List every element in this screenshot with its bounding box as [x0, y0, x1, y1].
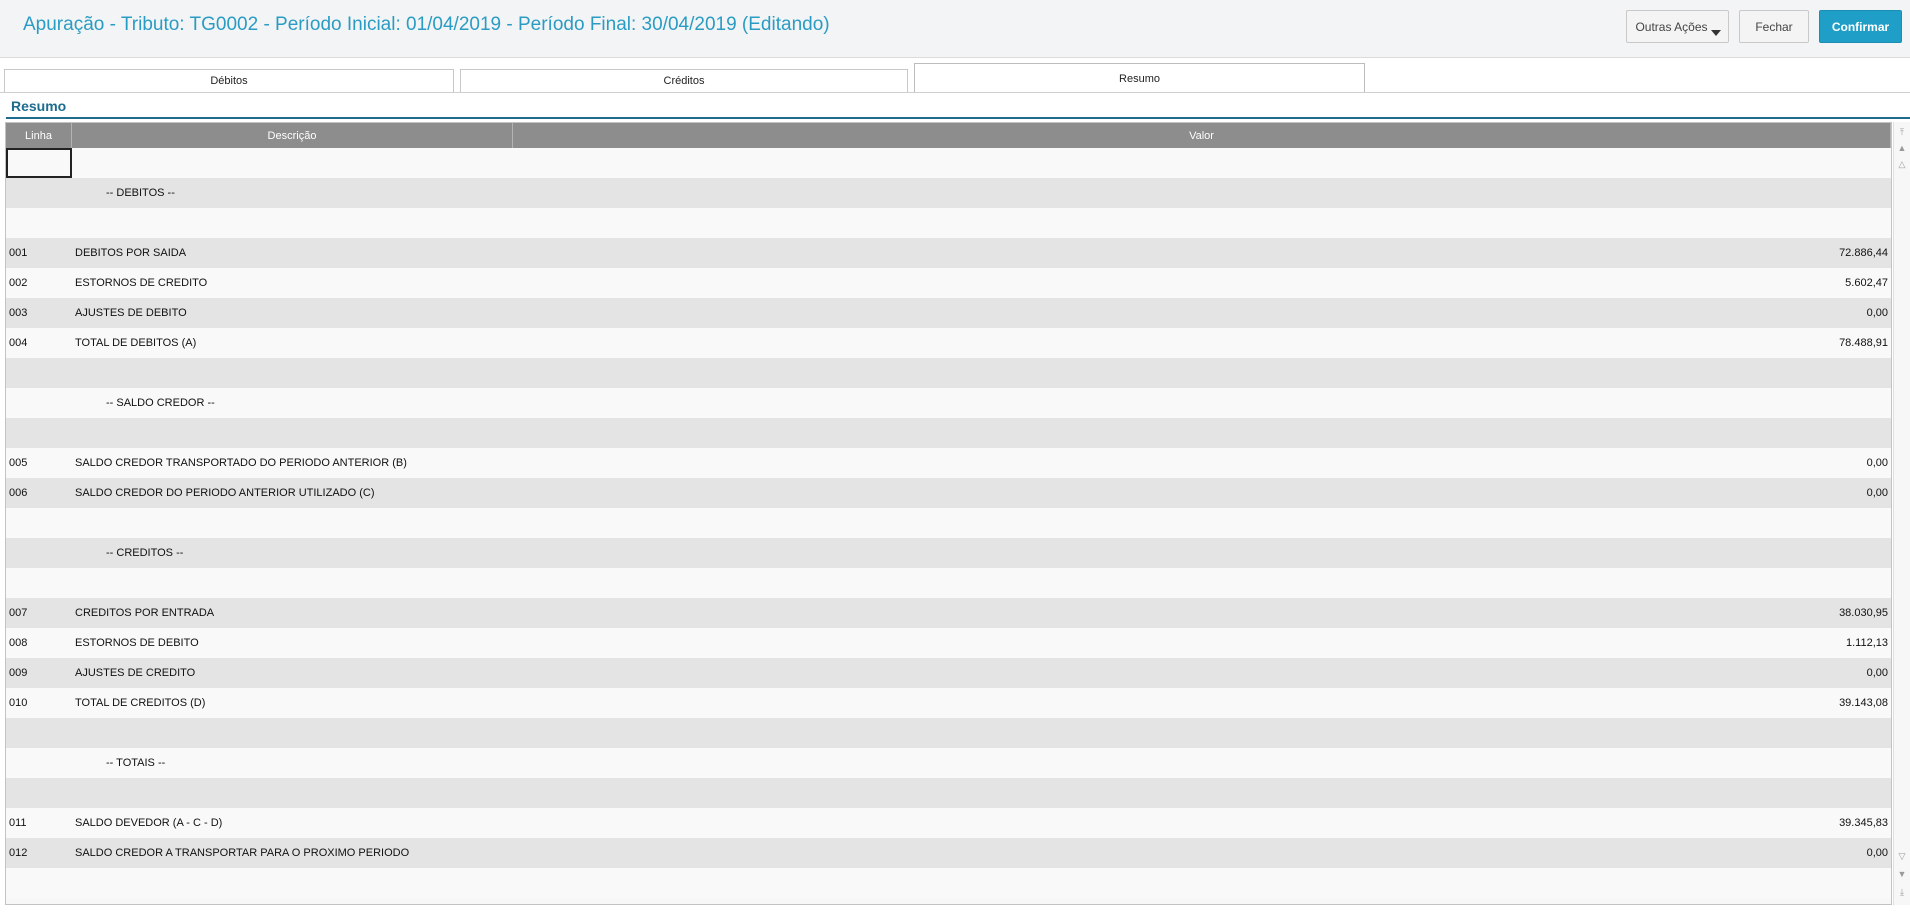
- section-divider: [6, 117, 1910, 119]
- cell-valor[interactable]: 1.112,13: [513, 637, 1891, 649]
- confirm-button[interactable]: Confirmar: [1819, 10, 1902, 43]
- cell-valor[interactable]: 39.143,08: [513, 697, 1891, 709]
- cell-descricao[interactable]: SALDO CREDOR A TRANSPORTAR PARA O PROXIM…: [72, 847, 513, 859]
- cell-valor[interactable]: 0,00: [513, 487, 1891, 499]
- cell-descricao[interactable]: SALDO DEVEDOR (A - C - D): [72, 817, 513, 829]
- table-row[interactable]: -- TOTAIS --: [6, 748, 1891, 778]
- table-row[interactable]: 004 TOTAL DE DEBITOS (A) 78.488,91: [6, 328, 1891, 358]
- table-row[interactable]: -- CREDITOS --: [6, 538, 1891, 568]
- scroll-bottom-icon[interactable]: ⤓: [1894, 884, 1910, 900]
- page-title: Apuração - Tributo: TG0002 - Período Ini…: [23, 14, 830, 35]
- cell-linha[interactable]: 008: [6, 637, 72, 649]
- cell-valor[interactable]: 0,00: [513, 457, 1891, 469]
- table-row[interactable]: [6, 358, 1891, 388]
- cell-valor[interactable]: 0,00: [513, 847, 1891, 859]
- table-row[interactable]: 009 AJUSTES DE CREDITO 0,00: [6, 658, 1891, 688]
- table-row[interactable]: 003 AJUSTES DE DEBITO 0,00: [6, 298, 1891, 328]
- table-row[interactable]: [6, 148, 1891, 178]
- table-row[interactable]: [6, 208, 1891, 238]
- table-row[interactable]: 012 SALDO CREDOR A TRANSPORTAR PARA O PRO…: [6, 838, 1891, 868]
- cell-linha[interactable]: 010: [6, 697, 72, 709]
- column-header-linha[interactable]: Linha: [6, 123, 72, 148]
- table-row[interactable]: 005 SALDO CREDOR TRANSPORTADO DO PERIODO …: [6, 448, 1891, 478]
- column-header-valor[interactable]: Valor: [513, 123, 1891, 148]
- cell-descricao[interactable]: -- SALDO CREDOR --: [72, 397, 513, 409]
- section-title: Resumo: [11, 98, 67, 114]
- cell-descricao[interactable]: ESTORNOS DE DEBITO: [72, 637, 513, 649]
- cell-descricao[interactable]: SALDO CREDOR DO PERIODO ANTERIOR UTILIZA…: [72, 487, 513, 499]
- cell-descricao[interactable]: TOTAL DE CREDITOS (D): [72, 697, 513, 709]
- header-bar: Apuração - Tributo: TG0002 - Período Ini…: [0, 0, 1910, 58]
- table-row[interactable]: 006 SALDO CREDOR DO PERIODO ANTERIOR UTIL…: [6, 478, 1891, 508]
- table-row[interactable]: 008 ESTORNOS DE DEBITO 1.112,13: [6, 628, 1891, 658]
- caret-down-icon: [1711, 30, 1721, 36]
- cell-valor[interactable]: 0,00: [513, 307, 1891, 319]
- tab-resumo[interactable]: Resumo: [914, 63, 1365, 93]
- grid-body: -- DEBITOS -- 001 DEBITOS POR SAIDA 72.886,…: [6, 148, 1891, 898]
- close-button[interactable]: Fechar: [1739, 10, 1809, 43]
- cell-linha[interactable]: 003: [6, 307, 72, 319]
- table-row[interactable]: [6, 868, 1891, 898]
- other-actions-label: Outras Ações: [1635, 19, 1708, 34]
- cell-descricao[interactable]: -- CREDITOS --: [72, 547, 513, 559]
- cell-descricao[interactable]: -- TOTAIS --: [72, 757, 513, 769]
- column-header-descricao[interactable]: Descrição: [72, 123, 513, 148]
- grid-header: Linha Descrição Valor: [6, 123, 1891, 148]
- cell-descricao[interactable]: DEBITOS POR SAIDA: [72, 247, 513, 259]
- cell-valor[interactable]: 39.345,83: [513, 817, 1891, 829]
- scroll-up-icon[interactable]: △: [1894, 156, 1910, 172]
- table-row[interactable]: -- DEBITOS --: [6, 178, 1891, 208]
- tab-creditos[interactable]: Créditos: [460, 69, 908, 92]
- table-row[interactable]: [6, 778, 1891, 808]
- table-row[interactable]: 007 CREDITOS POR ENTRADA 38.030,95: [6, 598, 1891, 628]
- cell-linha[interactable]: 009: [6, 667, 72, 679]
- cell-valor[interactable]: 72.886,44: [513, 247, 1891, 259]
- summary-grid: Linha Descrição Valor -- DEBITOS -- 001 DE…: [5, 122, 1892, 905]
- table-row[interactable]: [6, 418, 1891, 448]
- page-down-icon[interactable]: ▼: [1894, 866, 1910, 882]
- cell-descricao[interactable]: TOTAL DE DEBITOS (A): [72, 337, 513, 349]
- cell-linha[interactable]: 007: [6, 607, 72, 619]
- vertical-scrollbar[interactable]: ⤒ ▲ △ ▽ ▼ ⤓: [1893, 122, 1910, 905]
- tab-divider: [0, 92, 1910, 93]
- cell-descricao[interactable]: CREDITOS POR ENTRADA: [72, 607, 513, 619]
- focused-cell[interactable]: [6, 148, 72, 178]
- page-up-icon[interactable]: ▲: [1894, 140, 1910, 156]
- cell-linha[interactable]: 011: [6, 817, 72, 829]
- table-row[interactable]: 002 ESTORNOS DE CREDITO 5.602,47: [6, 268, 1891, 298]
- cell-linha[interactable]: 004: [6, 337, 72, 349]
- cell-descricao[interactable]: AJUSTES DE DEBITO: [72, 307, 513, 319]
- tab-debitos[interactable]: Débitos: [4, 69, 454, 92]
- cell-linha[interactable]: 012: [6, 847, 72, 859]
- scroll-top-icon[interactable]: ⤒: [1894, 124, 1910, 140]
- cell-valor[interactable]: 0,00: [513, 667, 1891, 679]
- table-row[interactable]: [6, 508, 1891, 538]
- other-actions-button[interactable]: Outras Ações: [1626, 10, 1729, 43]
- table-row[interactable]: -- SALDO CREDOR --: [6, 388, 1891, 418]
- cell-valor[interactable]: 38.030,95: [513, 607, 1891, 619]
- cell-linha[interactable]: 002: [6, 277, 72, 289]
- cell-linha[interactable]: 005: [6, 457, 72, 469]
- scroll-down-icon[interactable]: ▽: [1894, 848, 1910, 864]
- cell-valor[interactable]: 5.602,47: [513, 277, 1891, 289]
- cell-descricao[interactable]: ESTORNOS DE CREDITO: [72, 277, 513, 289]
- cell-descricao[interactable]: SALDO CREDOR TRANSPORTADO DO PERIODO ANT…: [72, 457, 513, 469]
- cell-descricao[interactable]: AJUSTES DE CREDITO: [72, 667, 513, 679]
- table-row[interactable]: 001 DEBITOS POR SAIDA 72.886,44: [6, 238, 1891, 268]
- table-row[interactable]: 011 SALDO DEVEDOR (A - C - D) 39.345,83: [6, 808, 1891, 838]
- cell-valor[interactable]: 78.488,91: [513, 337, 1891, 349]
- cell-descricao[interactable]: -- DEBITOS --: [72, 187, 513, 199]
- table-row[interactable]: 010 TOTAL DE CREDITOS (D) 39.143,08: [6, 688, 1891, 718]
- table-row[interactable]: [6, 568, 1891, 598]
- table-row[interactable]: [6, 718, 1891, 748]
- cell-linha[interactable]: 006: [6, 487, 72, 499]
- cell-linha[interactable]: 001: [6, 247, 72, 259]
